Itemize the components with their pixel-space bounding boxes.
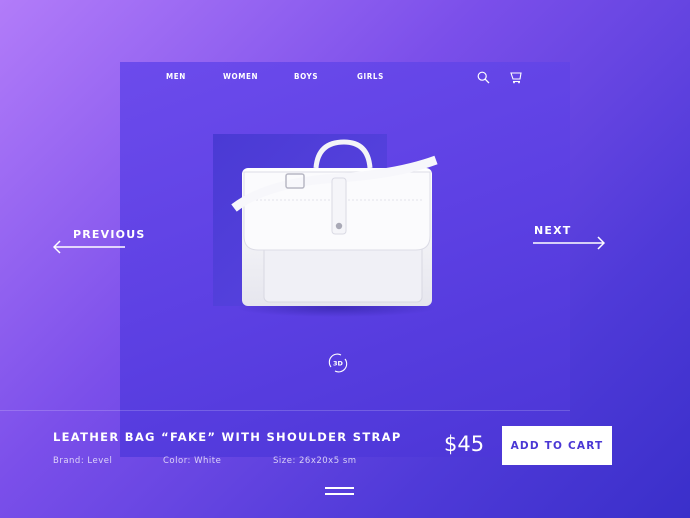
product-size: Size: 26x20x5 sm (273, 456, 357, 466)
view-3d-button[interactable]: 3D (327, 352, 349, 374)
view-3d-label: 3D (333, 360, 344, 368)
arrow-right-icon (533, 236, 605, 250)
add-to-cart-button[interactable]: ADD TO CART (502, 426, 612, 465)
product-brand: Brand: Level (53, 456, 113, 466)
nav-item-boys[interactable]: BOYS (294, 72, 318, 81)
top-nav: MEN WOMEN BOYS GIRLS (0, 72, 690, 86)
previous-button[interactable]: PREVIOUS (53, 228, 144, 256)
menu-icon[interactable] (325, 487, 354, 496)
product-color: Color: White (163, 456, 222, 466)
search-icon[interactable] (477, 71, 490, 84)
product-price: $45 (444, 432, 485, 456)
nav-item-women[interactable]: WOMEN (223, 72, 258, 81)
rotate-3d-icon: 3D (328, 353, 348, 373)
arrow-left-icon (53, 240, 125, 254)
product-title: LEATHER BAG “FAKE” WITH SHOULDER STRAP (53, 430, 402, 444)
nav-item-men[interactable]: MEN (166, 72, 186, 81)
product-image (228, 138, 448, 318)
divider (0, 410, 570, 411)
cart-icon[interactable] (510, 71, 523, 84)
nav-item-girls[interactable]: GIRLS (357, 72, 384, 81)
next-button[interactable]: NEXT (533, 224, 605, 252)
